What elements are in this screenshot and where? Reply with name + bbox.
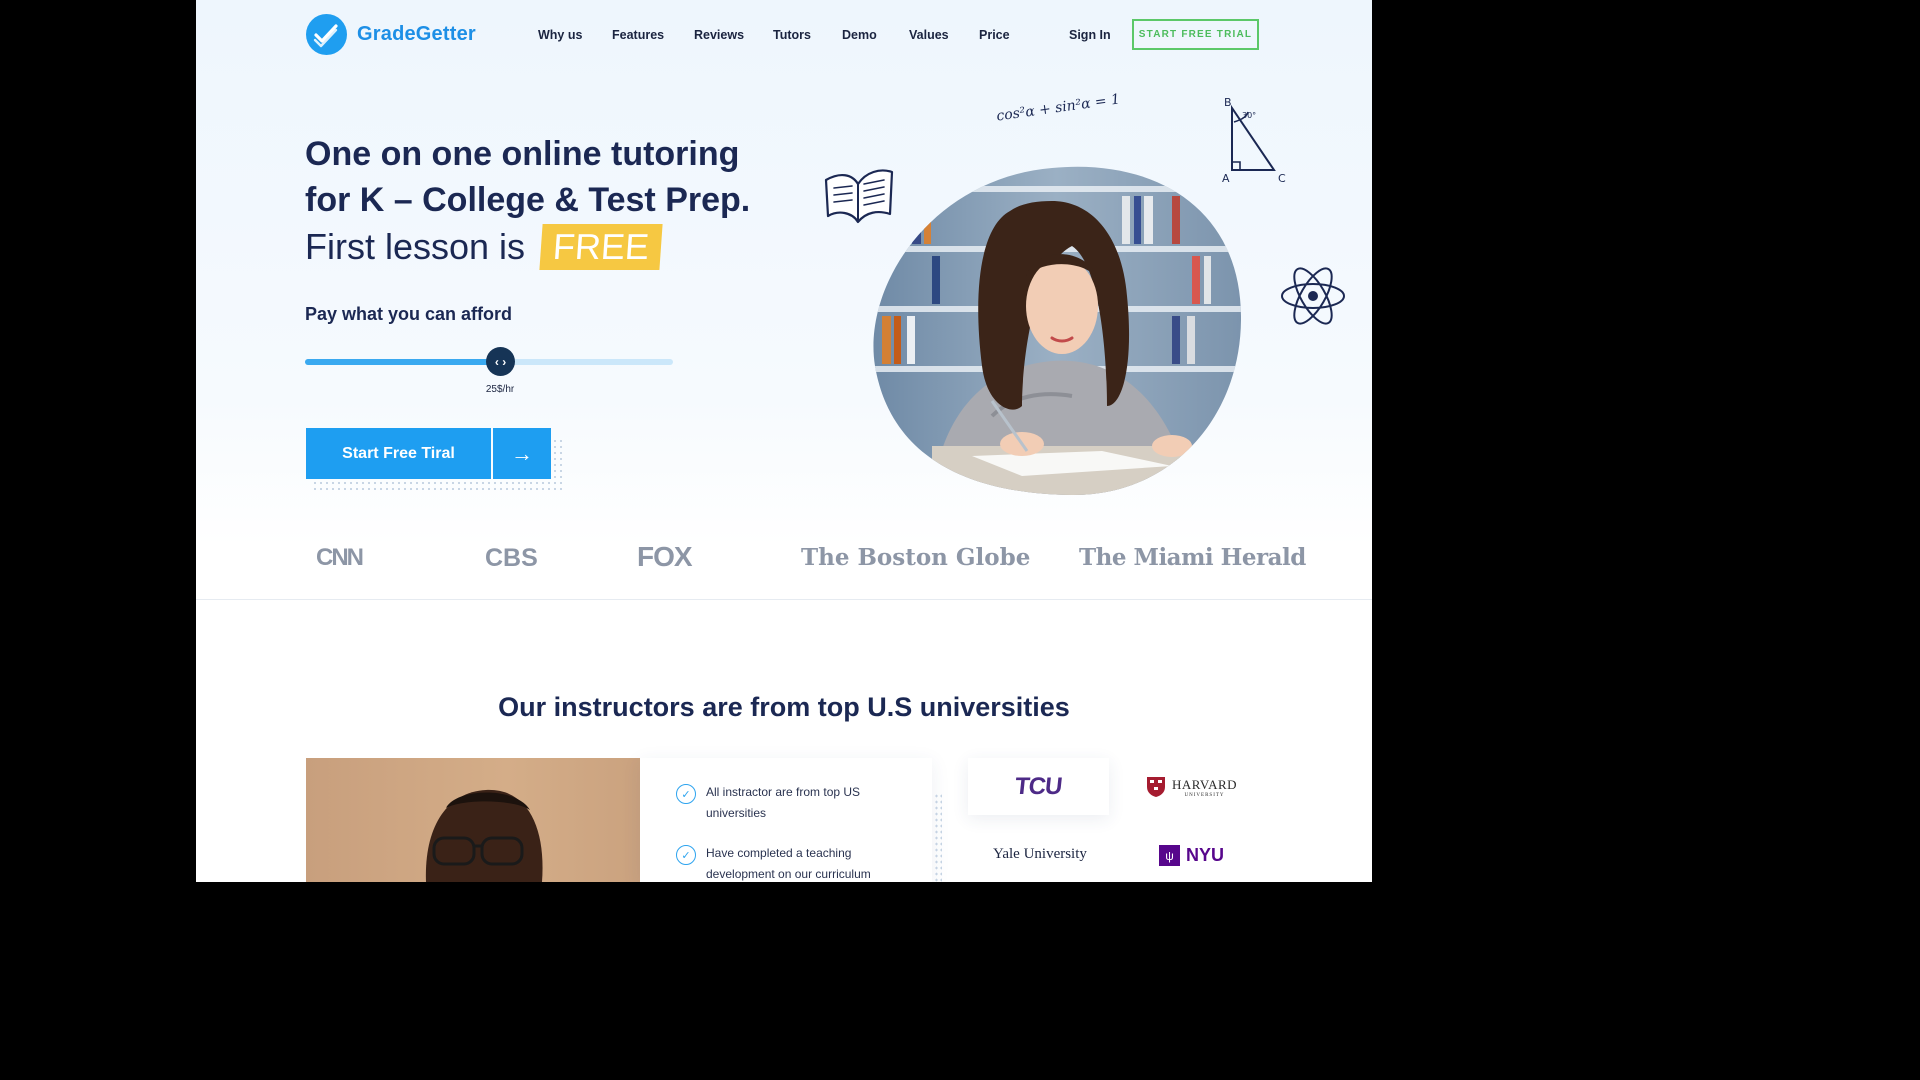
harvard-logo: HARVARD UNIVERSITY [1146, 776, 1237, 798]
hero-headline-line1: One on one online tutoring [305, 135, 740, 173]
start-free-trial-button[interactable]: START FREE TRIAL [1132, 19, 1259, 50]
pay-label: Pay what you can afford [305, 304, 513, 324]
feature-text: All instractor are from top US universit… [706, 785, 861, 820]
universities-heading: Our instructors are from top U.S univers… [498, 692, 1070, 722]
price-slider-value: 25$/hr [485, 384, 515, 395]
open-book-icon [820, 158, 898, 235]
triangle-doodle: B A C 30° [1220, 94, 1292, 191]
harvard-shield-icon [1147, 777, 1165, 797]
tcu-logo-card: TCU [968, 758, 1109, 815]
free-badge: FREE [539, 224, 663, 270]
brand-name: GradeGetter [357, 23, 476, 45]
feature-text: Have completed a teaching development on… [706, 846, 871, 881]
landing-page: GradeGetter Why us Features Reviews Tuto… [196, 0, 1372, 882]
fox-logo: FOX [637, 541, 693, 572]
tcu-logo: TCU [1013, 772, 1064, 800]
triangle-angle-label: 30° [1242, 111, 1256, 120]
cnn-logo: CNN [316, 544, 364, 571]
nav-tutors[interactable]: Tutors [773, 28, 811, 42]
boston-globe-logo: The Boston Globe [801, 544, 1031, 571]
nav-features[interactable]: Features [612, 28, 664, 42]
chevron-left-right-icon: ‹ › [494, 354, 507, 369]
torch-icon: ψ [1159, 845, 1180, 866]
cbs-logo: CBS [485, 544, 538, 572]
start-free-trial-hero-button[interactable]: Start Free Tiral [306, 428, 491, 479]
triangle-label-c: C [1278, 172, 1286, 185]
dot-pattern [934, 793, 942, 882]
feature-item: ✓ All instractor are from top US univers… [676, 782, 896, 824]
checkmark-logo-icon [306, 14, 347, 55]
price-slider-handle[interactable]: ‹ › [486, 347, 516, 376]
formula-doodle: cos²α + sin²α = 1 [995, 91, 1121, 125]
harvard-name: HARVARD [1172, 776, 1238, 792]
sign-in-link[interactable]: Sign In [1069, 28, 1111, 42]
triangle-label-b: B [1224, 96, 1232, 109]
nav-price[interactable]: Price [979, 28, 1010, 42]
feature-item: ✓ Have completed a teaching development … [676, 843, 896, 882]
nav-demo[interactable]: Demo [842, 28, 877, 42]
instructor-features-card: ✓ All instractor are from top US univers… [640, 758, 932, 882]
hero-cta[interactable]: Start Free Tiral → [306, 428, 551, 479]
hero-headline-line2: for K – College & Test Prep. [305, 181, 751, 219]
check-circle-icon: ✓ [676, 784, 696, 804]
harvard-sub: UNIVERSITY [1184, 792, 1225, 798]
price-slider-fill [305, 359, 501, 365]
nyu-logo: ψ NYU [1159, 845, 1224, 866]
arrow-right-icon[interactable]: → [493, 428, 551, 479]
nyu-name: NYU [1186, 845, 1225, 865]
yale-logo: Yale University [993, 846, 1087, 862]
nav-reviews[interactable]: Reviews [694, 28, 744, 42]
hero-headline: One on one online tutoring for K – Colle… [305, 131, 825, 223]
hero-subhead-text: First lesson is [305, 226, 526, 267]
student-photo [872, 166, 1241, 496]
instructor-photo [306, 758, 640, 882]
nav-values[interactable]: Values [909, 28, 949, 42]
atom-icon [1280, 260, 1346, 337]
miami-herald-logo: The Miami Herald [1079, 544, 1306, 571]
nav-why-us[interactable]: Why us [538, 28, 582, 42]
hero-subhead: First lesson is FREE [305, 224, 663, 270]
triangle-label-a: A [1222, 172, 1230, 185]
brand-logo[interactable]: GradeGetter [306, 14, 476, 55]
check-circle-icon: ✓ [676, 845, 696, 865]
section-divider [196, 599, 1372, 600]
top-nav: GradeGetter Why us Features Reviews Tuto… [196, 0, 1372, 72]
